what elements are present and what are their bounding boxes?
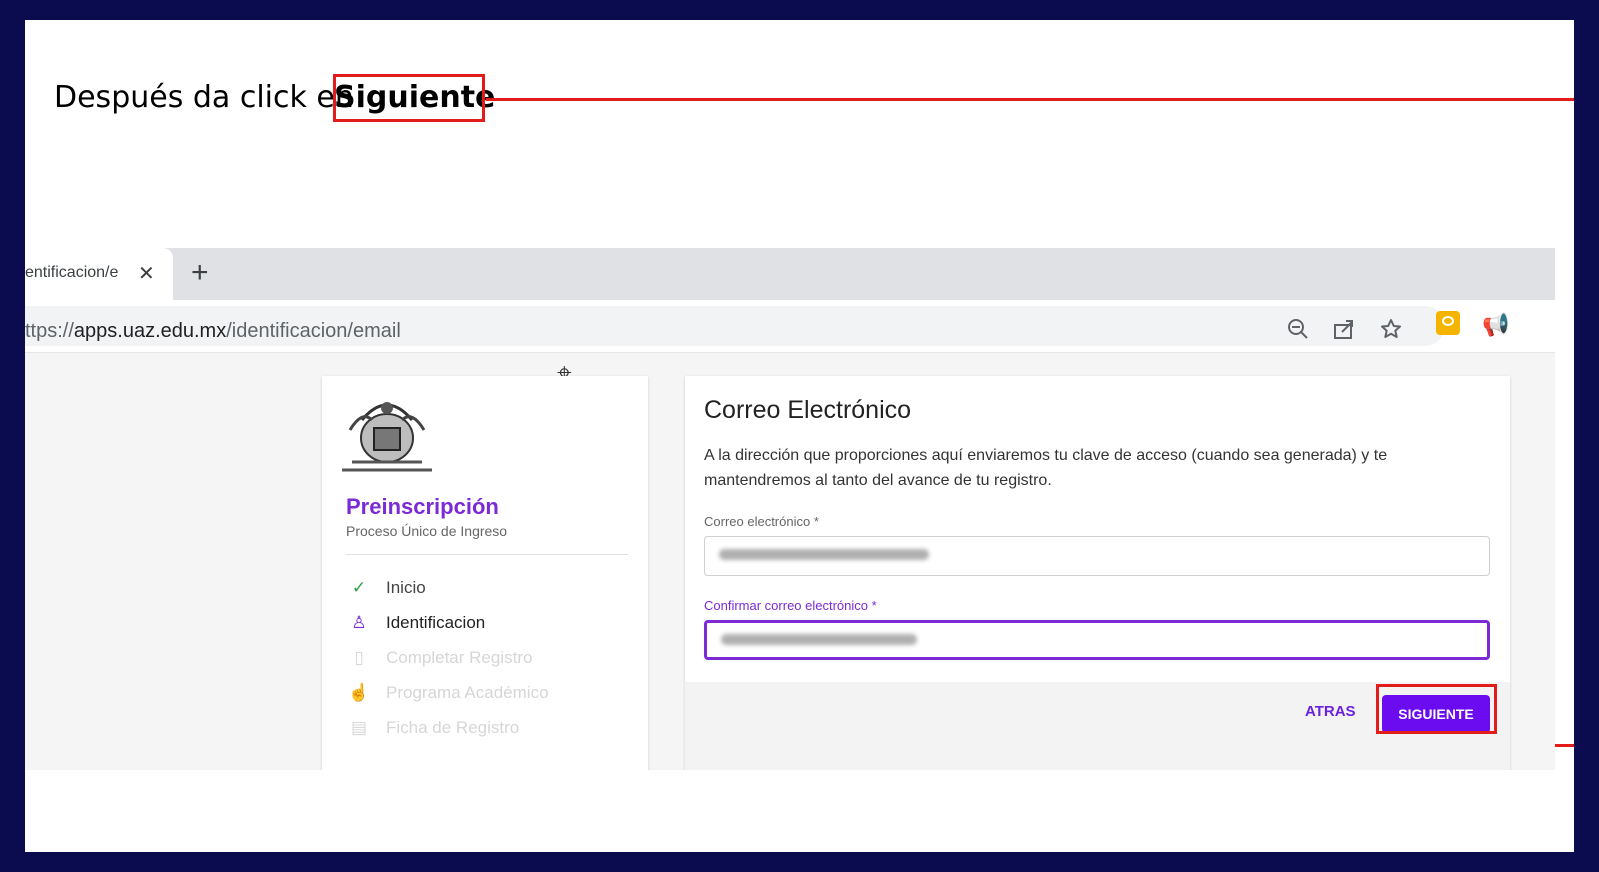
step-label: Programa Académico [386, 683, 549, 702]
step-identificacion: ♙ Identificacion [346, 613, 485, 633]
step-label: Completar Registro [386, 648, 533, 667]
document-icon: ▤ [350, 718, 368, 737]
page-content: ⌖ Preinscripción Proceso Único de Ingres… [25, 353, 1555, 770]
step-inicio: ✓ Inicio [346, 578, 426, 598]
tab-bar: entificacion/e ✕ + [25, 248, 1555, 300]
check-icon: ✓ [351, 578, 367, 597]
sidebar-card: Preinscripción Proceso Único de Ingreso … [322, 376, 648, 770]
address-bar: ttps://apps.uaz.edu.mx/identificacion/em… [25, 300, 1555, 353]
instruction-text: Después da click en Siguiente [54, 80, 495, 115]
url-field[interactable]: ttps://apps.uaz.edu.mx/identificacion/em… [25, 306, 1445, 346]
callout-box-siguiente-text [333, 74, 485, 122]
step-completar-registro: ▯ Completar Registro [346, 648, 532, 668]
person-icon: ♙ [351, 613, 367, 632]
callout-box-next-button [1376, 684, 1497, 734]
email-field[interactable] [704, 536, 1490, 576]
bookmark-star-icon[interactable] [1379, 317, 1403, 341]
blurred-confirm-email-value [721, 634, 917, 645]
zoom-out-icon[interactable] [1286, 317, 1310, 341]
url-path: /identificacion/email [226, 320, 401, 342]
share-icon[interactable] [1332, 317, 1356, 341]
step-programa-academico: ☝ Programa Académico [346, 683, 549, 703]
tab-title: entificacion/e [25, 264, 119, 281]
confirm-email-label: Confirmar correo electrónico * [704, 598, 877, 613]
tab-close-icon[interactable]: ✕ [138, 261, 155, 286]
browser-tab[interactable]: entificacion/e ✕ [25, 248, 173, 300]
extension-yellow-icon[interactable] [1436, 311, 1460, 335]
sidebar-divider [346, 554, 628, 555]
form-title: Correo Electrónico [704, 396, 912, 424]
step-ficha-de-registro: ▤ Ficha de Registro [346, 718, 519, 738]
hand-pointer-icon: ☝ [348, 683, 370, 702]
url-host: apps.uaz.edu.mx [73, 320, 227, 342]
new-tab-icon[interactable]: + [191, 256, 209, 290]
confirm-email-field[interactable] [704, 620, 1490, 660]
sidebar-subtitle: Proceso Único de Ingreso [346, 523, 508, 539]
url-text: ttps://apps.uaz.edu.mx/identificacion/em… [25, 320, 401, 343]
instruction-label: Después da click en [54, 80, 354, 115]
form-description: A la dirección que proporciones aquí env… [704, 447, 1388, 489]
step-label: Ficha de Registro [386, 718, 520, 737]
back-button[interactable]: ATRAS [1305, 703, 1356, 720]
university-seal-logo [342, 402, 432, 472]
browser-window: entificacion/e ✕ + ttps://apps.uaz.edu.m… [25, 248, 1555, 770]
url-scheme: ttps:// [25, 320, 74, 342]
extension-megaphone-icon[interactable]: 📢 [1482, 312, 1509, 338]
step-label: Identificacion [386, 613, 486, 632]
callout-arrow-line [486, 98, 1574, 101]
sidebar-title: Preinscripción [346, 494, 499, 519]
book-icon: ▯ [354, 648, 364, 667]
slide-canvas: Después da click en Siguiente entificaci… [25, 20, 1574, 852]
blurred-email-value [719, 549, 929, 560]
step-label: Inicio [386, 578, 426, 597]
email-label: Correo electrónico * [704, 514, 819, 529]
